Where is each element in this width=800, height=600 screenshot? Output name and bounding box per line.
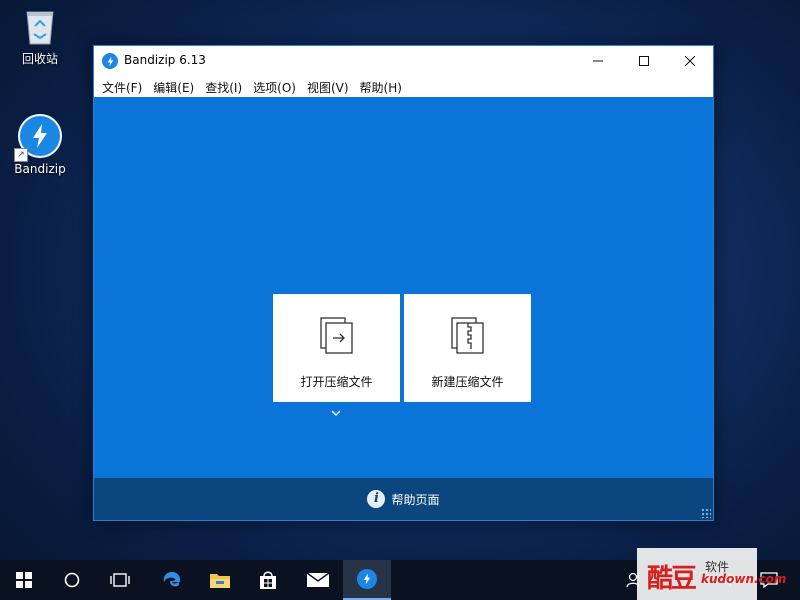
minimize-icon: [593, 60, 603, 62]
file-explorer-icon: [210, 574, 230, 588]
menu-options[interactable]: 选项(O): [249, 76, 303, 96]
main-content: 打开压缩文件 新建压缩文件: [94, 97, 713, 478]
open-archive-button[interactable]: 打开压缩文件: [273, 294, 400, 402]
bandizip-taskbar-button[interactable]: [343, 560, 391, 600]
desktop-icon-bandizip[interactable]: ↗ Bandizip: [5, 114, 75, 176]
menu-help[interactable]: 帮助(H): [356, 76, 409, 96]
desktop-icon-label: 回收站: [21, 52, 58, 66]
desktop-icon-recycle-bin[interactable]: 回收站: [5, 6, 75, 67]
help-page-link[interactable]: 帮助页面: [391, 491, 439, 508]
cortana-button[interactable]: [48, 560, 96, 600]
bandizip-window: Bandizip 6.13 文件(F) 编辑(E) 查找(I) 选项(O) 视图…: [93, 45, 714, 521]
menu-edit[interactable]: 编辑(E): [149, 76, 201, 96]
new-archive-label: 新建压缩文件: [431, 375, 504, 389]
new-archive-button[interactable]: 新建压缩文件: [404, 294, 531, 402]
file-explorer-button[interactable]: [196, 560, 244, 600]
cortana-icon: [64, 572, 80, 588]
window-title: Bandizip 6.13: [124, 53, 206, 67]
menu-find[interactable]: 查找(I): [201, 76, 249, 96]
bandizip-icon: [357, 569, 377, 589]
title-bar[interactable]: Bandizip 6.13: [94, 46, 713, 76]
task-view-button[interactable]: [96, 560, 144, 600]
chevron-down-icon[interactable]: [331, 406, 341, 419]
desktop-icon-label: Bandizip: [14, 162, 66, 176]
recycle-bin-icon: [22, 6, 58, 46]
bandizip-icon: ↗: [14, 114, 62, 162]
menu-bar: 文件(F) 编辑(E) 查找(I) 选项(O) 视图(V) 帮助(H): [94, 76, 713, 96]
info-icon: i: [367, 490, 386, 508]
store-icon: [260, 571, 276, 589]
close-icon: [685, 56, 695, 66]
menu-file[interactable]: 文件(F): [98, 76, 149, 96]
minimize-button[interactable]: [575, 46, 621, 76]
start-icon: [16, 572, 32, 588]
help-footer[interactable]: i 帮助页面: [94, 478, 713, 520]
edge-icon: [163, 572, 181, 587]
menu-view[interactable]: 视图(V): [303, 76, 356, 96]
start-button[interactable]: [0, 560, 48, 600]
new-archive-icon: [450, 317, 484, 354]
watermark-url: kudown.com: [701, 572, 787, 586]
watermark-logo: 酷豆: [647, 564, 697, 594]
maximize-button[interactable]: [621, 46, 667, 76]
open-archive-icon: [319, 317, 353, 354]
task-view-icon: [110, 573, 130, 587]
mail-icon: [306, 572, 330, 587]
resize-grip[interactable]: [701, 508, 711, 518]
store-button[interactable]: [244, 560, 292, 600]
mail-button[interactable]: [294, 560, 342, 600]
shortcut-arrow-icon: ↗: [14, 148, 28, 162]
bandizip-icon: [102, 53, 118, 69]
open-archive-label: 打开压缩文件: [300, 375, 373, 389]
close-button[interactable]: [667, 46, 713, 76]
watermark: 酷豆 软件 kudown.com: [637, 548, 786, 600]
maximize-icon: [639, 56, 649, 66]
edge-button[interactable]: [148, 560, 196, 600]
